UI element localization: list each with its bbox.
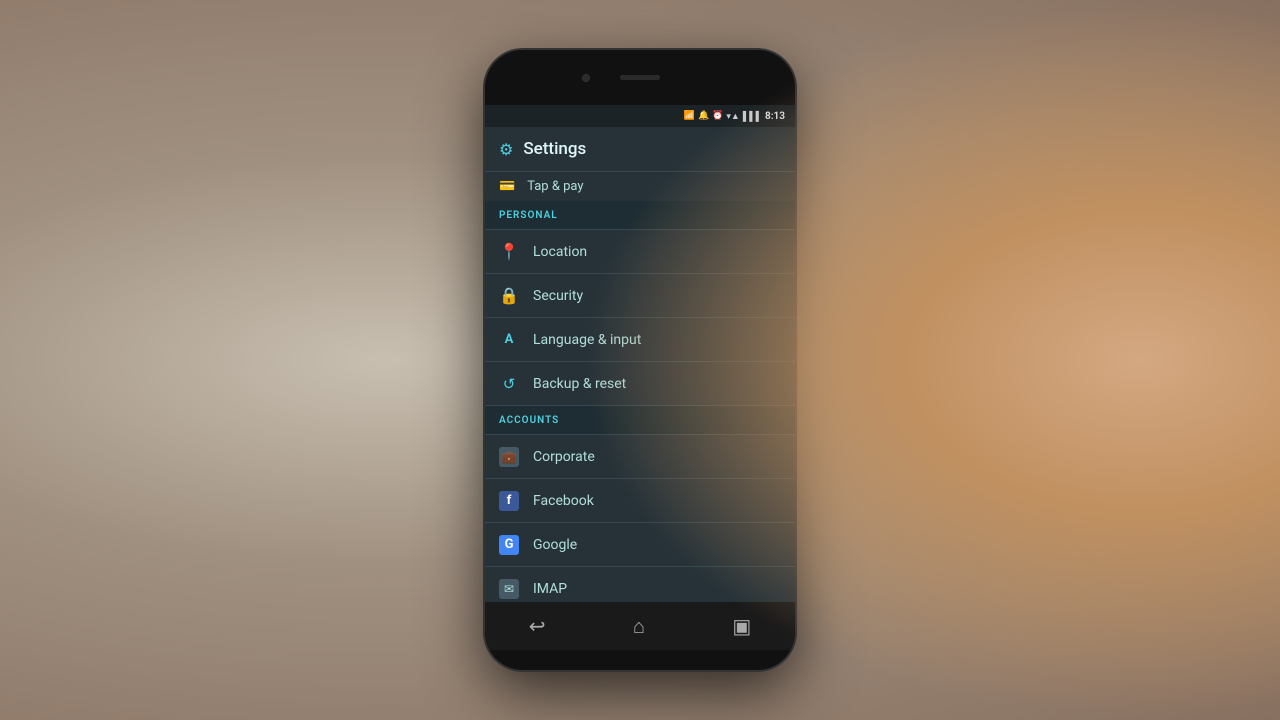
bluetooth-icon: 📶: [684, 111, 695, 121]
location-item[interactable]: 📍 Location: [485, 230, 795, 274]
nav-bar: ↩ ⌂ ▣: [485, 602, 795, 650]
corporate-label: Corporate: [533, 449, 595, 465]
phone-top: [485, 50, 795, 105]
status-time: 8:13: [765, 111, 785, 122]
front-camera: [582, 74, 590, 82]
settings-header: ⚙ Settings: [485, 127, 795, 171]
location-icon: 📍: [499, 242, 519, 261]
imap-label: IMAP: [533, 581, 567, 597]
status-icons: 📶 🔔 ⏰ ▾▲ ▌▌▌ 8:13: [684, 111, 785, 122]
google-icon: G: [499, 535, 519, 555]
home-button[interactable]: ⌂: [633, 614, 645, 639]
status-bar: 📶 🔔 ⏰ ▾▲ ▌▌▌ 8:13: [485, 105, 795, 127]
facebook-icon: f: [499, 491, 519, 511]
imap-icon: ✉: [499, 579, 519, 599]
tap-pay-item[interactable]: 💳 Tap & pay: [485, 171, 795, 201]
signal-icon: ▌▌▌: [743, 111, 762, 122]
phone-bottom: [485, 650, 795, 670]
imap-item[interactable]: ✉ IMAP: [485, 567, 795, 602]
backup-label: Backup & reset: [533, 376, 626, 392]
corporate-item[interactable]: 💼 Corporate: [485, 435, 795, 479]
location-label: Location: [533, 244, 587, 260]
personal-section-header: PERSONAL: [485, 201, 795, 229]
security-icon: 🔒: [499, 286, 519, 305]
recents-button[interactable]: ▣: [732, 614, 751, 638]
facebook-item[interactable]: f Facebook: [485, 479, 795, 523]
settings-title: Settings: [523, 139, 586, 159]
corporate-icon: 💼: [499, 447, 519, 467]
back-button[interactable]: ↩: [529, 614, 546, 638]
google-item[interactable]: G Google: [485, 523, 795, 567]
gear-icon: ⚙: [499, 140, 513, 159]
tap-pay-icon: 💳: [499, 179, 515, 194]
backup-item[interactable]: ↺ Backup & reset: [485, 362, 795, 406]
security-item[interactable]: 🔒 Security: [485, 274, 795, 318]
wifi-icon: ▾▲: [726, 111, 739, 122]
alarm-icon: ⏰: [712, 111, 723, 121]
accounts-section-label: ACCOUNTS: [499, 415, 559, 426]
language-item[interactable]: A Language & input: [485, 318, 795, 362]
phone-body: 📶 🔔 ⏰ ▾▲ ▌▌▌ 8:13 ⚙ Settings 💳 Tap & pay…: [485, 50, 795, 670]
facebook-label: Facebook: [533, 493, 594, 509]
bell-icon: 🔔: [698, 111, 709, 121]
backup-icon: ↺: [499, 375, 519, 393]
screen: 📶 🔔 ⏰ ▾▲ ▌▌▌ 8:13 ⚙ Settings 💳 Tap & pay…: [485, 105, 795, 602]
accounts-section-header: ACCOUNTS: [485, 406, 795, 434]
security-label: Security: [533, 288, 583, 304]
language-icon: A: [499, 330, 519, 350]
google-label: Google: [533, 537, 577, 553]
earpiece-speaker: [620, 75, 660, 80]
tap-pay-label: Tap & pay: [527, 179, 583, 194]
personal-section-label: PERSONAL: [499, 210, 558, 221]
language-label: Language & input: [533, 332, 641, 348]
